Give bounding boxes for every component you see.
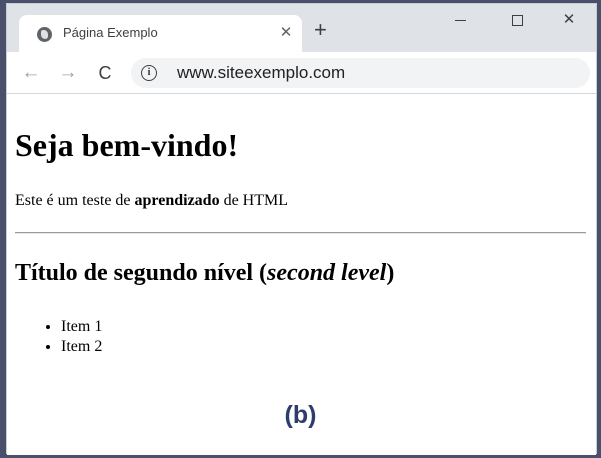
item-list: Item 1 Item 2 bbox=[61, 317, 102, 357]
paragraph-text-end: de HTML bbox=[219, 192, 289, 209]
figure-caption: (b) bbox=[284, 401, 317, 429]
intro-paragraph: Este é um teste de aprendizado de HTML bbox=[15, 192, 288, 210]
url-text[interactable]: www.siteexemplo.com bbox=[177, 63, 345, 83]
back-button[interactable]: ← bbox=[19, 61, 43, 85]
close-window-button[interactable]: ✕ bbox=[546, 8, 592, 32]
tab-pagina-exemplo[interactable]: Página Exemplo ✕ bbox=[19, 15, 302, 52]
maximize-icon bbox=[512, 15, 523, 26]
address-bar[interactable]: i www.siteexemplo.com bbox=[131, 58, 590, 88]
browser-toolbar: ← → C i www.siteexemplo.com bbox=[7, 52, 596, 94]
minimize-button[interactable] bbox=[437, 8, 483, 32]
paragraph-bold-word: aprendizado bbox=[134, 192, 220, 209]
site-info-icon[interactable]: i bbox=[141, 65, 157, 81]
new-tab-button[interactable]: + bbox=[314, 19, 327, 41]
horizontal-rule bbox=[15, 232, 586, 234]
page-heading: Seja bem-vindo! bbox=[15, 127, 239, 163]
forward-button[interactable]: → bbox=[56, 61, 80, 85]
maximize-button[interactable] bbox=[495, 8, 541, 32]
list-item: Item 2 bbox=[61, 337, 102, 357]
heading2-text-start: Título de segundo nível ( bbox=[15, 260, 268, 286]
tab-close-icon[interactable]: ✕ bbox=[278, 23, 294, 41]
second-level-heading: Título de segundo nível (second level) bbox=[15, 260, 394, 287]
reload-button[interactable]: C bbox=[93, 61, 117, 85]
heading2-italic: second level bbox=[267, 260, 387, 286]
list-item: Item 1 bbox=[61, 317, 102, 337]
tab-title: Página Exemplo bbox=[63, 25, 158, 40]
tab-strip: Página Exemplo ✕ + ✕ bbox=[7, 4, 596, 52]
heading2-text-end: ) bbox=[386, 260, 395, 286]
paragraph-text-start: Este é um teste de bbox=[15, 192, 135, 209]
minimize-icon bbox=[455, 20, 466, 21]
globe-icon bbox=[37, 27, 52, 42]
browser-window: Página Exemplo ✕ + ✕ ← → C i www.siteexe… bbox=[6, 3, 597, 455]
